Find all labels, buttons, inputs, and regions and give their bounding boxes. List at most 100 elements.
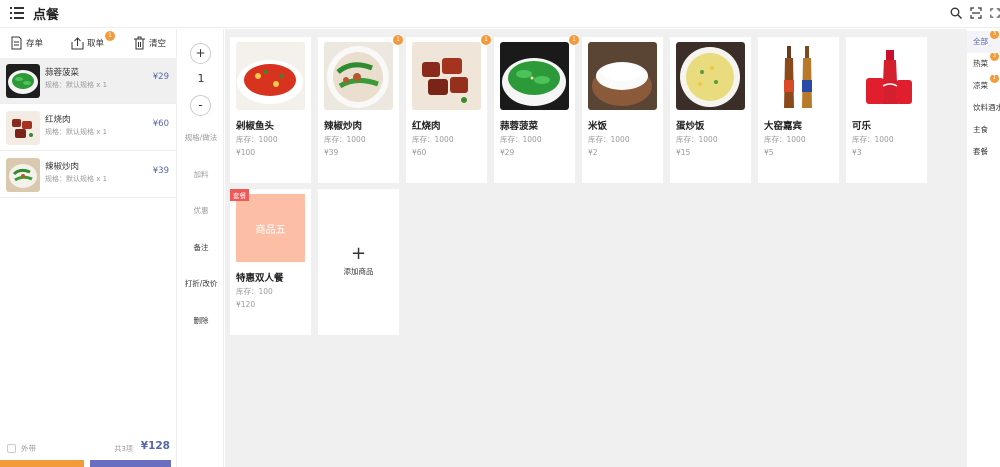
product-card[interactable]: 可乐 库存：1000 ¥3 xyxy=(846,37,927,183)
remark-button[interactable]: 备注 xyxy=(178,242,224,253)
category-badge: 3 xyxy=(990,31,999,39)
category-item[interactable]: 凉菜 1 xyxy=(967,75,1000,97)
product-name: 可乐 xyxy=(852,121,872,132)
product-name: 红烧肉 xyxy=(412,121,441,132)
product-stock: 库存：100 xyxy=(236,287,273,296)
product-name: 辣椒炒肉 xyxy=(324,121,363,132)
item-operations-panel: + 1 - 规格/做法 加料 优惠 备注 打折/改价 删除 xyxy=(178,29,224,467)
page-title: 点餐 xyxy=(33,8,60,23)
product-price: ¥2 xyxy=(588,148,598,157)
combo-tag: 套餐 xyxy=(230,189,249,201)
increase-button[interactable]: + xyxy=(190,43,211,64)
add-on-button[interactable]: 加料 xyxy=(178,169,224,180)
discount-button[interactable]: 优惠 xyxy=(178,205,224,216)
primary-action-button[interactable] xyxy=(0,460,84,467)
trash-icon xyxy=(134,36,145,50)
cart-item-name: 辣椒炒肉 xyxy=(45,162,80,172)
cart-footer: 外带 共3项 ¥128 xyxy=(0,439,177,459)
decrease-button[interactable]: - xyxy=(190,95,211,116)
category-badge: 2 xyxy=(990,53,999,61)
takeout-checkbox[interactable] xyxy=(7,444,16,453)
product-card[interactable]: 1 蒜蓉菠菜 库存：1000 ¥29 xyxy=(494,35,579,183)
product-price: ¥100 xyxy=(236,148,256,157)
spec-method-button[interactable]: 规格/做法 xyxy=(178,132,224,143)
cart-item[interactable]: 辣椒炒肉 规格：默认规格 x 1 ¥39 xyxy=(0,152,177,198)
product-count-badge: 1 xyxy=(393,35,403,45)
combo-card[interactable]: 商品五 套餐 特惠双人餐 库存：100 ¥120 xyxy=(230,189,311,335)
spinach-image xyxy=(500,42,569,110)
cart-toolbar: 存单 取单 1 清空 xyxy=(0,29,176,57)
product-stock: 库存：1000 xyxy=(500,135,542,144)
product-price: ¥29 xyxy=(500,148,515,157)
product-price: ¥5 xyxy=(764,148,774,157)
category-item[interactable]: 饮料酒水 xyxy=(967,97,1000,119)
cart-item-spec: 规格：默认规格 x 1 xyxy=(45,81,108,89)
cart-item-name: 蒜蓉菠菜 xyxy=(45,68,80,78)
cart-panel: 存单 取单 1 清空 蒜蓉菠菜 规格：默认规格 x 1 ¥29 红烧肉 规格：默… xyxy=(0,29,177,467)
save-order-button[interactable]: 存单 xyxy=(10,34,43,52)
take-order-icon xyxy=(71,37,84,50)
take-order-button[interactable]: 取单 1 xyxy=(71,31,115,52)
clear-cart-button[interactable]: 清空 xyxy=(133,34,166,52)
product-name: 蛋炒饭 xyxy=(676,121,705,132)
fullscreen-icon[interactable] xyxy=(990,7,1000,19)
cart-item[interactable]: 红烧肉 规格：默认规格 x 1 ¥60 xyxy=(0,105,177,151)
product-card[interactable]: 米饭 库存：1000 ¥2 xyxy=(582,37,663,183)
product-count-badge: 1 xyxy=(569,35,579,45)
product-stock: 库存：1000 xyxy=(588,135,630,144)
product-card[interactable]: 蛋炒饭 库存：1000 ¥15 xyxy=(670,37,751,183)
delete-button[interactable]: 删除 xyxy=(178,315,224,326)
cart-item[interactable]: 蒜蓉菠菜 规格：默认规格 x 1 ¥29 xyxy=(0,58,177,104)
cart-item-price: ¥29 xyxy=(152,72,169,82)
total-count: 共3项 xyxy=(114,445,133,453)
cart-item-price: ¥60 xyxy=(152,119,169,129)
category-label: 热菜 xyxy=(973,59,988,68)
product-name: 大窑嘉宾 xyxy=(764,121,803,132)
cart-item-spec: 规格：默认规格 x 1 xyxy=(45,128,108,136)
category-badge: 1 xyxy=(990,75,999,83)
search-icon[interactable] xyxy=(950,7,962,19)
category-label: 套餐 xyxy=(973,147,988,156)
scan-icon[interactable] xyxy=(970,7,982,19)
save-order-label: 存单 xyxy=(26,39,44,49)
product-stock: 库存：1000 xyxy=(412,135,454,144)
product-price: ¥3 xyxy=(852,148,862,157)
pepper-pork-thumbnail xyxy=(6,158,40,192)
product-price: ¥120 xyxy=(236,300,256,309)
product-card[interactable]: 1 辣椒炒肉 库存：1000 ¥39 xyxy=(318,35,403,183)
product-name: 剁椒鱼头 xyxy=(236,121,275,132)
takeout-label: 外带 xyxy=(21,444,36,453)
plus-icon: + xyxy=(350,243,367,264)
product-stock: 库存：1000 xyxy=(764,135,806,144)
product-grid: 剁椒鱼头 库存：1000 ¥100 1 辣椒炒肉 库存：1000 ¥39 1 红… xyxy=(225,29,967,467)
category-label: 凉菜 xyxy=(973,81,988,90)
product-stock: 库存：1000 xyxy=(236,135,278,144)
add-product-button[interactable]: + 添加商品 xyxy=(318,189,399,335)
product-card[interactable]: 大窑嘉宾 库存：1000 ¥5 xyxy=(758,37,839,183)
braised-pork-thumbnail xyxy=(6,111,40,145)
product-name: 特惠双人餐 xyxy=(236,273,284,284)
rice-image xyxy=(588,42,657,110)
beer-bottles-image xyxy=(764,42,833,110)
category-item[interactable]: 热菜 2 xyxy=(967,53,1000,75)
category-label: 饮料酒水 xyxy=(973,103,1000,112)
category-sidebar: 全部 3 热菜 2 凉菜 1 饮料酒水 主食 套餐 xyxy=(967,29,1000,467)
product-card[interactable]: 剁椒鱼头 库存：1000 ¥100 xyxy=(230,37,311,183)
menu-list-icon[interactable] xyxy=(10,7,24,19)
product-name: 米饭 xyxy=(588,121,608,132)
category-label: 主食 xyxy=(973,125,988,134)
product-card[interactable]: 1 红烧肉 库存：1000 ¥60 xyxy=(406,35,491,183)
category-item[interactable]: 套餐 xyxy=(967,141,1000,163)
product-stock: 库存：1000 xyxy=(324,135,366,144)
category-item[interactable]: 全部 3 xyxy=(967,31,1000,53)
product-stock: 库存：1000 xyxy=(676,135,718,144)
product-count-badge: 1 xyxy=(481,35,491,45)
combo-placeholder-image: 商品五 xyxy=(236,194,305,262)
quantity-value: 1 xyxy=(197,72,205,85)
rebate-button[interactable]: 打折/改价 xyxy=(178,278,224,289)
checkout-button[interactable] xyxy=(90,460,171,467)
product-stock: 库存：1000 xyxy=(852,135,894,144)
product-price: ¥60 xyxy=(412,148,427,157)
total-amount: ¥128 xyxy=(140,440,170,452)
category-item[interactable]: 主食 xyxy=(967,119,1000,141)
